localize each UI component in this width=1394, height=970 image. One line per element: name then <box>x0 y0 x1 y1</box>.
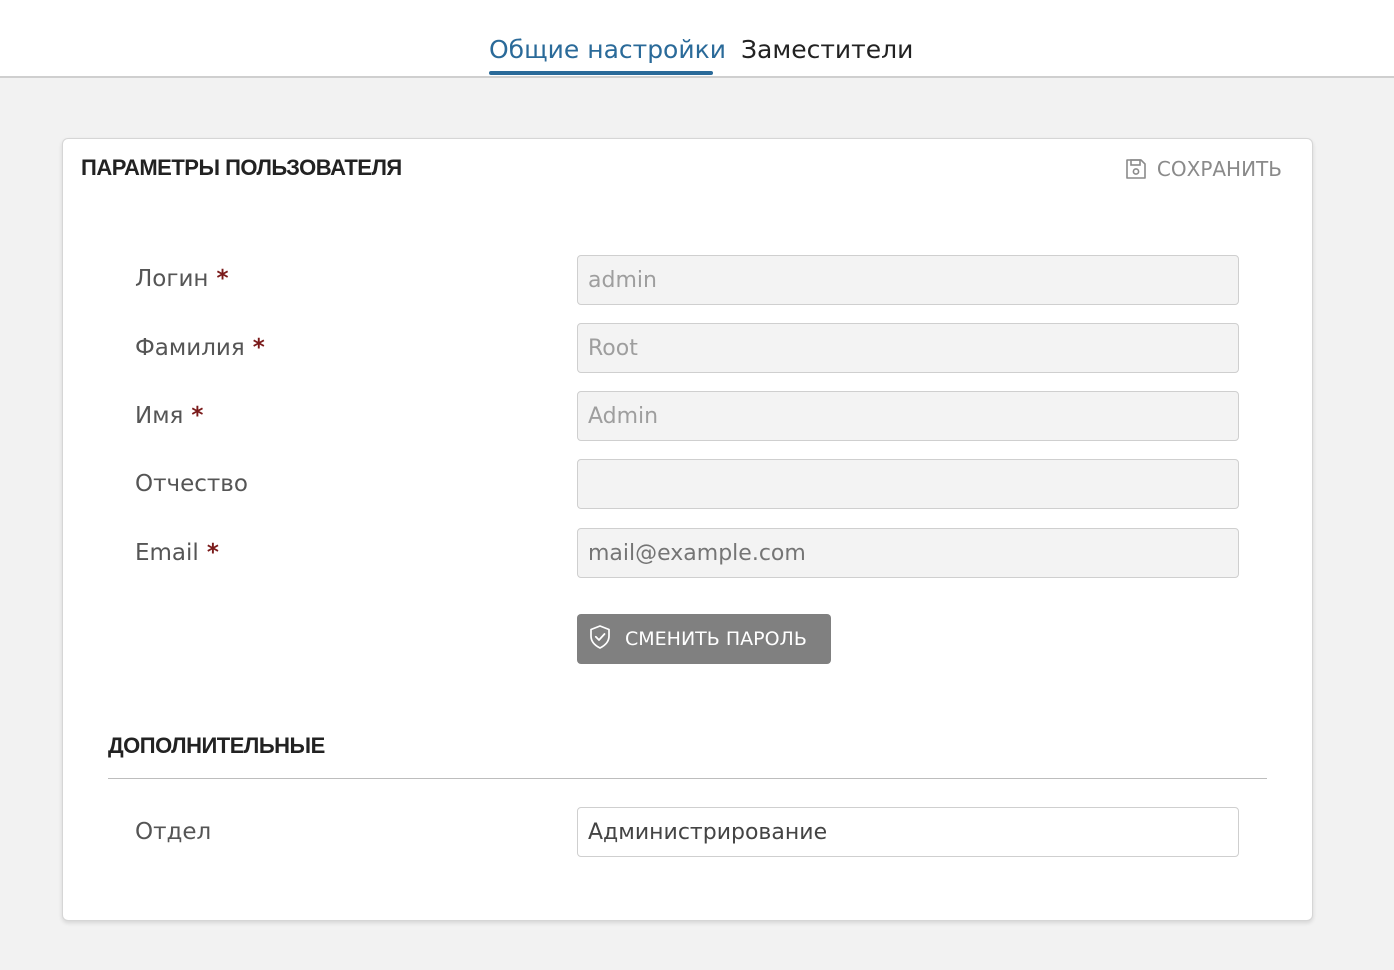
login-label-text: Логин <box>135 266 209 292</box>
tab-general-settings[interactable]: Общие настройки <box>489 34 726 66</box>
additional-section-title: ДОПОЛНИТЕЛЬНЫЕ <box>108 733 325 758</box>
shield-check-icon <box>587 624 613 655</box>
middlename-input[interactable] <box>577 459 1239 509</box>
email-input[interactable] <box>577 528 1239 578</box>
save-button-label: СОХРАНИТЬ <box>1156 157 1282 181</box>
change-password-button[interactable]: СМЕНИТЬ ПАРОЛЬ <box>577 614 831 664</box>
tabs-bar: Общие настройки Заместители <box>0 0 1394 78</box>
lastname-input[interactable] <box>577 323 1239 373</box>
firstname-label: Имя * <box>135 401 203 431</box>
required-marker: * <box>216 266 229 292</box>
middlename-label: Отчество <box>135 469 248 499</box>
section-divider <box>108 778 1267 779</box>
save-button[interactable]: СОХРАНИТЬ <box>1125 157 1282 181</box>
middlename-label-text: Отчество <box>135 471 248 497</box>
save-icon <box>1125 158 1147 180</box>
lastname-label: Фамилия * <box>135 333 265 363</box>
login-input[interactable] <box>577 255 1239 305</box>
required-marker: * <box>191 403 204 429</box>
department-input[interactable] <box>577 807 1239 857</box>
login-label: Логин * <box>135 264 228 294</box>
user-settings-card: ПАРАМЕТРЫ ПОЛЬЗОВАТЕЛЯ СОХРАНИТЬ Логин * … <box>62 138 1313 921</box>
email-label-text: Email <box>135 540 199 566</box>
lastname-label-text: Фамилия <box>135 335 245 361</box>
active-tab-indicator <box>489 71 713 75</box>
email-label: Email * <box>135 538 219 568</box>
card-title: ПАРАМЕТРЫ ПОЛЬЗОВАТЕЛЯ <box>81 155 402 180</box>
department-label: Отдел <box>135 817 211 847</box>
required-marker: * <box>206 540 219 566</box>
tab-deputies[interactable]: Заместители <box>741 34 913 66</box>
change-password-label: СМЕНИТЬ ПАРОЛЬ <box>625 628 807 650</box>
firstname-input[interactable] <box>577 391 1239 441</box>
firstname-label-text: Имя <box>135 403 184 429</box>
department-label-text: Отдел <box>135 819 212 845</box>
required-marker: * <box>252 335 265 361</box>
